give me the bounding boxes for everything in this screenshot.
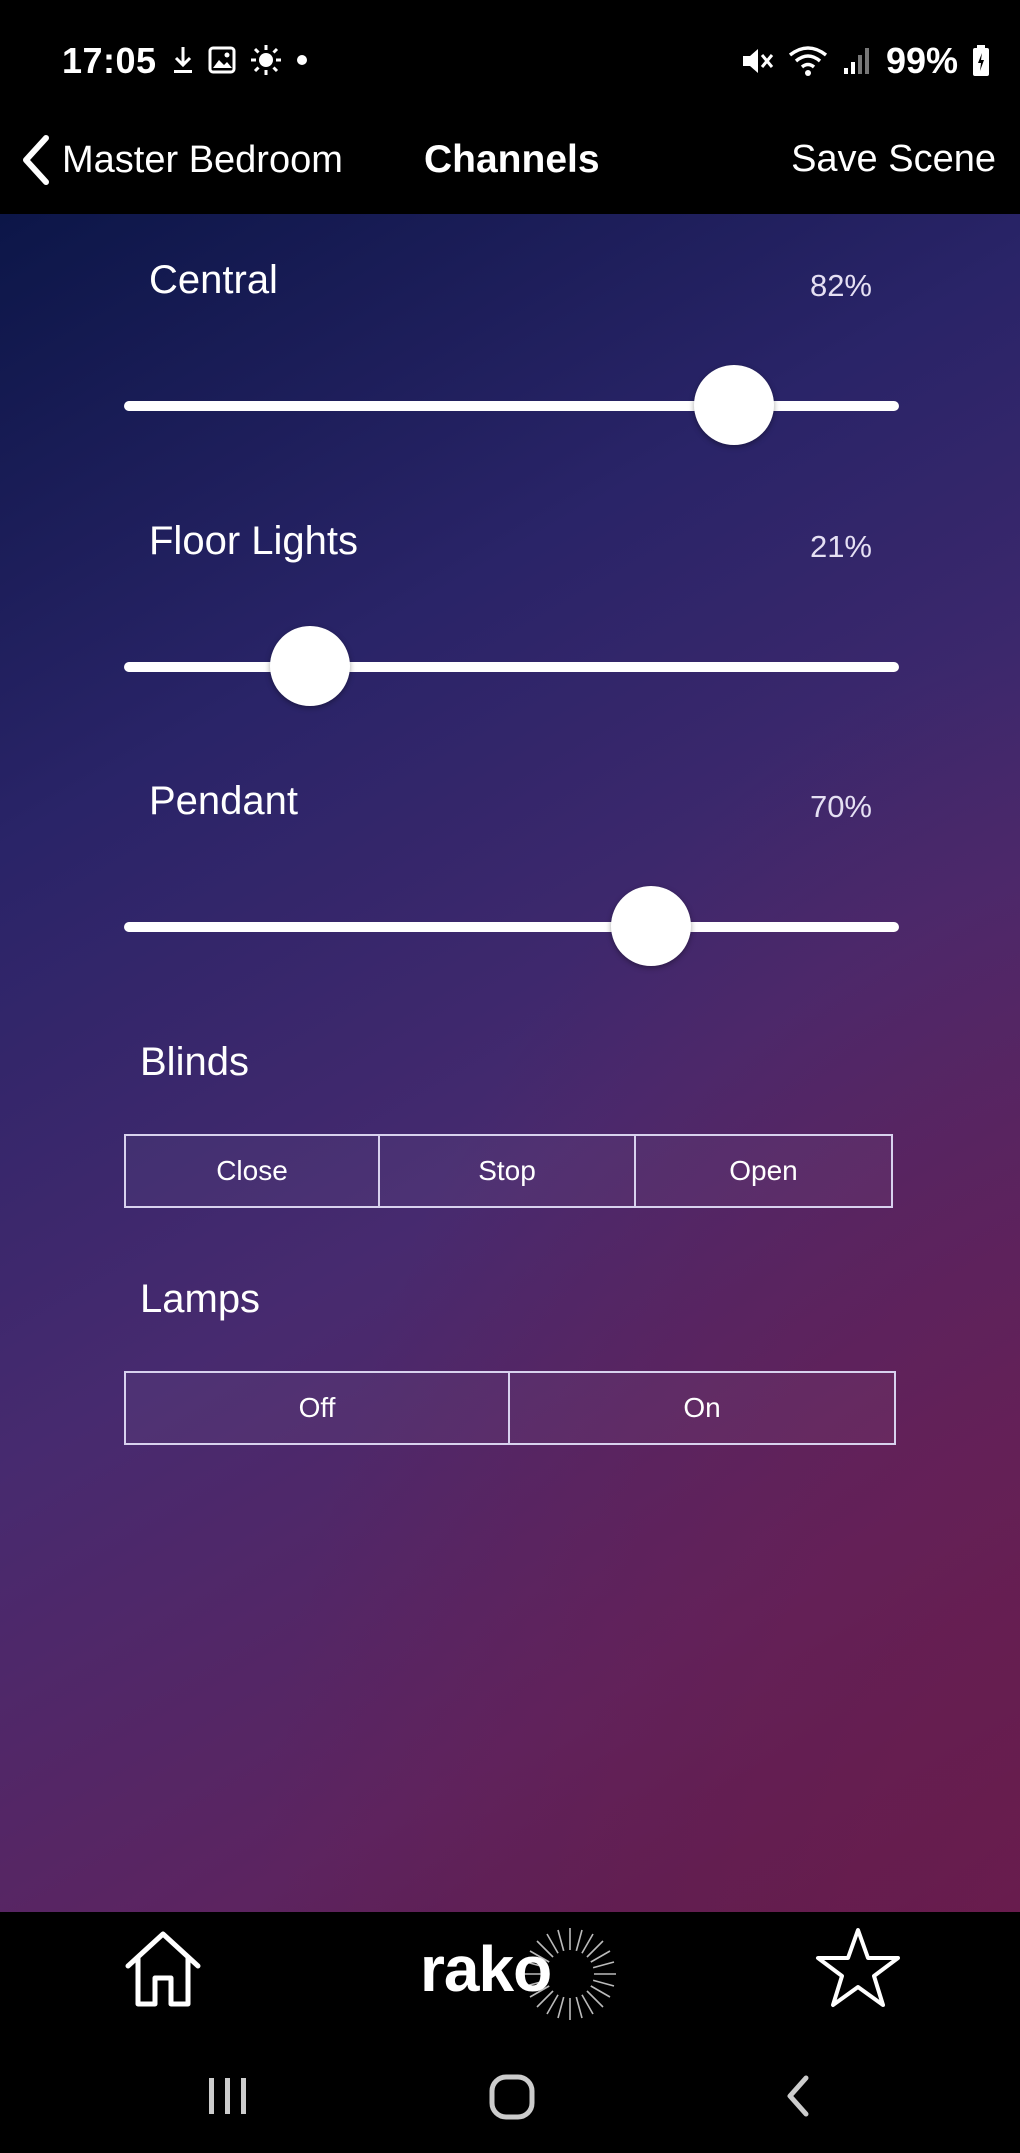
slider-track [124,662,899,672]
recent-apps-button[interactable] [206,2076,250,2121]
signal-icon [843,48,869,74]
slider-thumb[interactable] [610,886,691,966]
download-icon [174,47,192,73]
slider-thumb[interactable] [269,626,350,706]
back-label: Master Bedroom [62,138,343,181]
system-back-button[interactable] [782,2072,814,2125]
image-icon [208,46,236,74]
lamps-button-group: Off On [124,1371,896,1445]
battery-percentage: 99% [885,40,958,81]
slider-thumb[interactable] [693,365,774,445]
status-bar: 17:05 99% [0,0,1020,128]
status-time: 17:05 [62,40,157,81]
logo-text: rako [420,1933,552,2005]
channel-value-pendant: 70% [809,789,872,824]
battery-icon [973,45,989,76]
channel-label-floor-lights: Floor Lights [149,519,358,563]
channels-panel: Central 82% Floor Lights 21% Pendant 70%… [0,214,1020,1912]
brightness-icon [251,45,281,75]
channel-label-pendant: Pendant [149,779,299,823]
page-title: Channels [424,138,600,181]
mute-icon [742,49,774,73]
save-scene-button[interactable]: Save Scene [791,138,996,181]
channel-label-central: Central [149,258,278,302]
blinds-label: Blinds [140,1040,249,1084]
blinds-stop-button[interactable]: Stop [380,1134,636,1208]
dot-icon [297,55,307,65]
home-icon [125,1931,201,2007]
status-icons-left [172,44,308,76]
home-button[interactable] [122,1928,204,2015]
star-icon [816,1928,900,2007]
lamps-on-button[interactable]: On [510,1371,896,1445]
back-button[interactable]: Master Bedroom [20,134,343,186]
recent-apps-icon [209,2078,246,2114]
rako-logo: rako [420,1924,616,2024]
app-header: Master Bedroom Channels Save Scene [0,128,1020,214]
slider-floor-lights[interactable] [124,626,899,706]
slider-central[interactable] [124,365,899,445]
system-home-icon [489,2074,535,2120]
lamps-off-button[interactable]: Off [124,1371,510,1445]
slider-track [124,922,899,932]
system-home-button[interactable] [488,2074,536,2125]
slider-pendant[interactable] [124,886,899,966]
system-back-icon [787,2075,809,2117]
favorites-button[interactable] [814,1926,902,2015]
status-icons-right: 99% [740,40,990,82]
channel-value-floor-lights: 21% [809,529,872,564]
wifi-icon [788,46,828,76]
chevron-left-icon [23,135,49,185]
slider-track [124,401,899,411]
blinds-close-button[interactable]: Close [124,1134,380,1208]
blinds-button-group: Close Stop Open [124,1134,893,1208]
blinds-open-button[interactable]: Open [636,1134,893,1208]
channel-value-central: 82% [809,268,872,303]
lamps-label: Lamps [140,1277,261,1321]
